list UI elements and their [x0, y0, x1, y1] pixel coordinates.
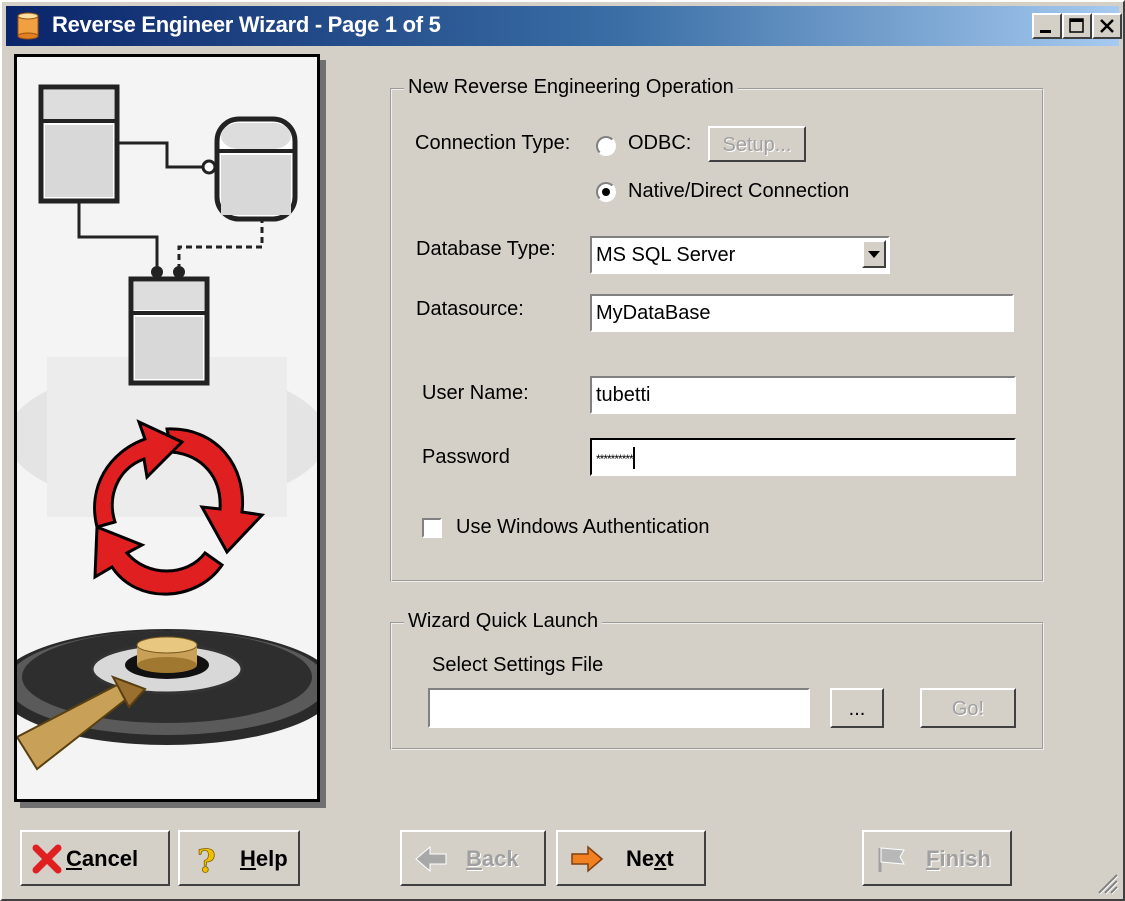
help-button[interactable]: ? Help: [178, 830, 300, 886]
red-x-icon: [32, 844, 62, 874]
back-arrow-icon: [415, 845, 447, 873]
quick-launch-group-legend: Wizard Quick Launch: [404, 610, 603, 633]
chevron-down-icon: [868, 251, 880, 258]
wizard-window: Reverse Engineer Wizard - Page 1 of 5 Ne…: [0, 0, 1125, 901]
wizard-illustration: [14, 54, 320, 802]
radio-selected-dot: [602, 188, 610, 196]
window-title: Reverse Engineer Wizard - Page 1 of 5: [52, 12, 441, 37]
checkered-flag-icon: [878, 847, 905, 872]
next-button[interactable]: Next: [556, 830, 706, 886]
database-type-select[interactable]: MS SQL Server: [590, 236, 890, 274]
odbc-radio[interactable]: [596, 136, 616, 156]
settings-file-label: Select Settings File: [432, 654, 604, 676]
username-field[interactable]: tubetti: [590, 376, 1016, 414]
password-value: **********: [596, 452, 634, 466]
next-arrow-icon: [571, 845, 604, 873]
datasource-label: Datasource:: [416, 298, 524, 320]
windows-auth-label[interactable]: Use Windows Authentication: [456, 516, 709, 539]
username-label: User Name:: [422, 382, 529, 404]
database-app-icon: [17, 12, 39, 40]
connection-type-label: Connection Type:: [415, 132, 571, 154]
setup-button[interactable]: Setup...: [708, 126, 806, 162]
odbc-label[interactable]: ODBC:: [628, 132, 691, 155]
text-cursor: [632, 446, 635, 469]
minimize-icon: [1040, 30, 1051, 33]
minimize-button[interactable]: [1032, 13, 1062, 39]
resize-grip-icon[interactable]: [1093, 869, 1119, 895]
maximize-icon: [1069, 18, 1084, 33]
password-label: Password: [422, 446, 510, 468]
close-button[interactable]: [1092, 13, 1122, 39]
operation-group-legend: New Reverse Engineering Operation: [404, 76, 738, 99]
close-icon: [1100, 19, 1114, 33]
back-button[interactable]: Back: [400, 830, 546, 886]
operation-groupbox: New Reverse Engineering Operation: [390, 76, 1044, 582]
browse-button[interactable]: ...: [830, 688, 884, 728]
dropdown-arrow-button[interactable]: [862, 240, 886, 268]
password-field[interactable]: **********: [590, 438, 1016, 476]
native-connection-label[interactable]: Native/Direct Connection: [628, 180, 849, 203]
database-type-label: Database Type:: [416, 238, 556, 260]
go-button[interactable]: Go!: [920, 688, 1016, 728]
finish-button[interactable]: Finish: [862, 830, 1012, 886]
settings-file-field[interactable]: [428, 688, 810, 728]
reverse-engineering-illustration: [17, 57, 317, 799]
windows-auth-checkbox[interactable]: [422, 518, 442, 538]
native-connection-radio[interactable]: [596, 182, 616, 202]
question-mark-icon: ?: [197, 844, 217, 876]
quick-launch-groupbox: Wizard Quick Launch: [390, 610, 1044, 750]
maximize-button[interactable]: [1062, 13, 1092, 39]
cancel-button[interactable]: Cancel: [20, 830, 170, 886]
title-bar[interactable]: Reverse Engineer Wizard - Page 1 of 5: [6, 6, 1122, 46]
svg-text:?: ?: [197, 844, 216, 876]
datasource-field[interactable]: MyDataBase: [590, 294, 1014, 332]
database-type-value: MS SQL Server: [596, 244, 736, 266]
